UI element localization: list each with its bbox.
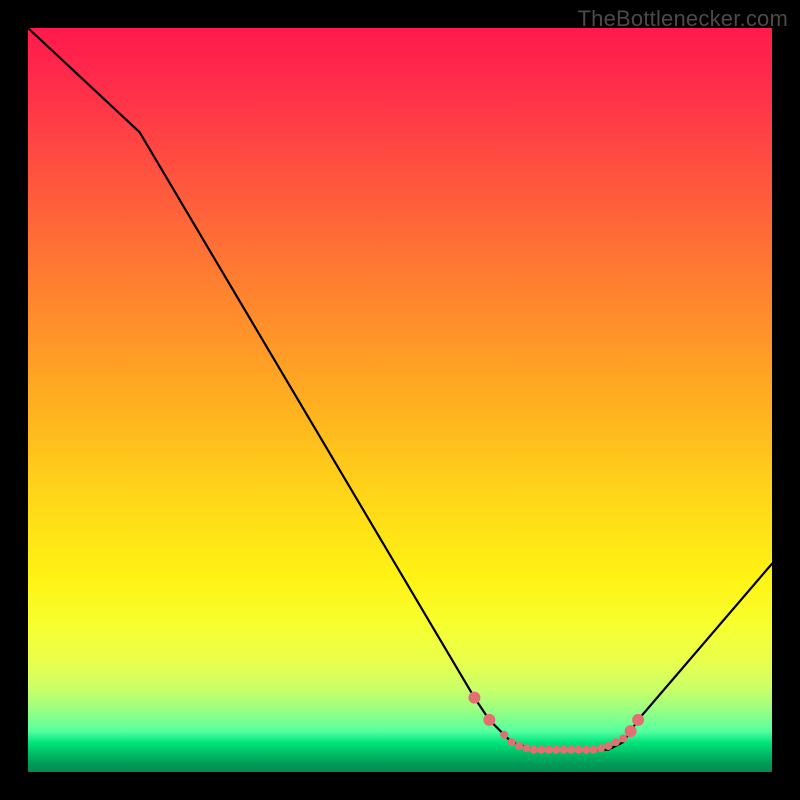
highlight-dot xyxy=(625,725,637,737)
chart-svg xyxy=(28,28,772,772)
highlight-dot xyxy=(483,714,495,726)
bottleneck-curve xyxy=(28,28,772,750)
highlight-dot xyxy=(552,746,560,754)
highlight-dot xyxy=(632,714,644,726)
highlight-dot xyxy=(523,744,531,752)
highlight-dot xyxy=(560,746,568,754)
highlight-dot xyxy=(575,746,583,754)
highlight-dot xyxy=(582,746,590,754)
highlight-dot xyxy=(612,738,620,746)
highlight-dot xyxy=(619,735,627,743)
highlight-dot xyxy=(530,746,538,754)
highlight-dot xyxy=(589,746,597,754)
highlight-dot xyxy=(500,731,508,739)
highlight-dots-group xyxy=(468,692,644,754)
chart-area xyxy=(28,28,772,772)
highlight-dot xyxy=(508,738,516,746)
highlight-dot xyxy=(597,744,605,752)
highlight-dot xyxy=(545,746,553,754)
highlight-dot xyxy=(537,746,545,754)
highlight-dot xyxy=(468,692,480,704)
highlight-dot xyxy=(604,742,612,750)
highlight-dot xyxy=(567,746,575,754)
highlight-dot xyxy=(515,742,523,750)
watermark-text: TheBottlenecker.com xyxy=(578,6,788,32)
